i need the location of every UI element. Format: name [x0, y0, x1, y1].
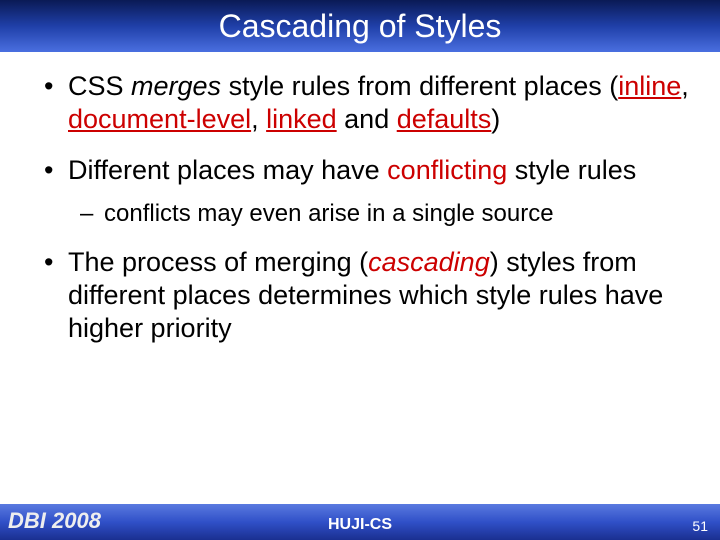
text-link: defaults [397, 104, 492, 134]
footer-bar: DBI 2008 HUJI-CS 51 [0, 504, 720, 540]
text: ) [491, 104, 500, 134]
text: The process of merging ( [68, 247, 368, 277]
text-emphasis-highlight: cascading [368, 247, 490, 277]
sub-bullet-item: conflicts may even arise in a single sou… [40, 199, 690, 228]
text-link: linked [266, 104, 337, 134]
bullet-item: The process of merging (cascading) style… [40, 246, 690, 345]
bullet-item: Different places may have conflicting st… [40, 154, 690, 187]
text: CSS [68, 71, 131, 101]
text-emphasis: merges [131, 71, 221, 101]
text: Different places may have [68, 155, 387, 185]
text: and [337, 104, 397, 134]
text: conflicts may even arise in a single sou… [104, 200, 554, 227]
title-bar: Cascading of Styles [0, 0, 720, 52]
text: style rules [507, 155, 636, 185]
text-highlight: conflicting [387, 155, 507, 185]
text-link: document-level [68, 104, 251, 134]
bullet-item: CSS merges style rules from different pl… [40, 70, 690, 136]
slide-number: 51 [692, 518, 708, 534]
slide-content: CSS merges style rules from different pl… [40, 70, 690, 492]
slide: Cascading of Styles CSS merges style rul… [0, 0, 720, 540]
text: , [681, 71, 689, 101]
text-link: inline [618, 71, 681, 101]
slide-title: Cascading of Styles [219, 8, 502, 45]
footer-center-label: HUJI-CS [0, 516, 720, 534]
text: style rules from different places ( [221, 71, 618, 101]
text: , [251, 104, 266, 134]
